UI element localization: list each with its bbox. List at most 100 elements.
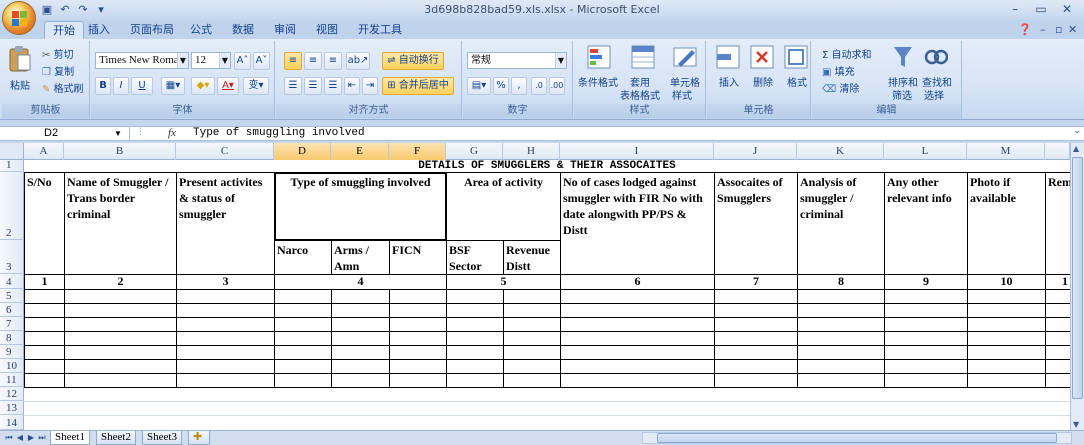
bold-button[interactable]: B — [95, 77, 111, 95]
shrink-font-button[interactable]: A˅ — [253, 52, 270, 70]
column-header-i[interactable]: I — [560, 143, 714, 160]
row-header-10[interactable]: 10 — [0, 359, 24, 373]
find-select-icon[interactable] — [924, 45, 948, 69]
column-header-g[interactable]: G — [446, 143, 503, 160]
decrease-decimal-button[interactable]: .00 — [549, 77, 565, 95]
align-center-button[interactable]: ☰ — [304, 77, 322, 95]
col-number-4[interactable]: 4 — [275, 274, 446, 289]
column-header-c[interactable]: C — [176, 143, 274, 160]
row-header-14[interactable]: 14 — [0, 415, 24, 430]
insert-cells-icon[interactable] — [715, 44, 741, 70]
col-number-9[interactable]: 9 — [885, 274, 967, 289]
select-all-corner[interactable] — [0, 143, 24, 160]
column-header-l[interactable]: L — [884, 143, 967, 160]
format-cells-icon[interactable] — [783, 44, 809, 70]
doc-minimize-icon[interactable]: – — [1040, 23, 1046, 36]
conditional-format-label[interactable]: 条件格式 — [578, 74, 618, 89]
table-format-label-2[interactable]: 表格格式 — [620, 87, 660, 102]
increase-indent-button[interactable]: ⇥ — [362, 77, 378, 95]
column-header-b[interactable]: B — [64, 143, 176, 160]
phonetic-button[interactable]: 变▾ — [243, 77, 269, 95]
subheader-revenue-distt[interactable]: Revenue Distt — [504, 241, 560, 274]
number-format-combo[interactable]: 常规 ▼ — [467, 52, 567, 69]
copy-button[interactable]: ❐ 复制 — [42, 63, 74, 78]
align-right-button[interactable]: ☰ — [324, 77, 342, 95]
col-number-1[interactable]: 1 — [25, 274, 64, 289]
subheader-narco[interactable]: Narco — [275, 241, 331, 274]
format-label[interactable]: 格式 — [787, 74, 807, 89]
doc-close-icon[interactable]: ✕ — [1068, 23, 1077, 36]
font-color-button[interactable]: A▾ — [217, 77, 239, 95]
subheader-ficn[interactable]: FICN — [390, 241, 446, 274]
subheader-arms-amn[interactable]: Arms / Amn — [332, 241, 389, 274]
sort-filter-icon[interactable] — [892, 45, 914, 69]
doc-restore-icon[interactable]: ▫ — [1055, 23, 1062, 36]
sheet-title[interactable]: DETAILS OF SMUGGLERS & THEIR ASSOCAITES — [24, 160, 1070, 172]
header-photo[interactable]: Photo if available — [968, 173, 1045, 239]
increase-decimal-button[interactable]: .0 — [531, 77, 547, 95]
cut-button[interactable]: ✂ 剪切 — [42, 46, 74, 61]
header-other-info[interactable]: Any other relevant info — [885, 173, 967, 239]
col-number-11[interactable]: 1 — [1060, 274, 1070, 289]
tab-developer[interactable]: 开发工具 — [350, 21, 410, 39]
italic-button[interactable]: I — [113, 77, 129, 95]
col-number-7[interactable]: 7 — [715, 274, 797, 289]
sort-label-2[interactable]: 筛选 — [892, 87, 912, 102]
header-smuggler-name[interactable]: Name of Smuggler / Trans border criminal — [65, 173, 176, 239]
align-middle-button[interactable]: ≡ — [304, 52, 322, 70]
format-painter-button[interactable]: ✎ 格式刷 — [42, 80, 84, 95]
fill-button[interactable]: ▣ 填充 — [822, 63, 855, 78]
header-serial-no[interactable]: S/No — [25, 173, 64, 239]
border-button[interactable]: ▦▾ — [161, 77, 185, 95]
sheet-tab-1[interactable]: Sheet1 — [50, 431, 90, 445]
grow-font-button[interactable]: A˄ — [234, 52, 251, 70]
sheet-tab-2[interactable]: Sheet2 — [96, 431, 136, 445]
col-number-3[interactable]: 3 — [177, 274, 274, 289]
column-header-d[interactable]: D — [274, 143, 331, 160]
tab-page-layout[interactable]: 页面布局 — [122, 21, 182, 39]
tab-formulas[interactable]: 公式 — [182, 21, 220, 39]
vertical-scrollbar[interactable]: ▲ ▼ — [1070, 143, 1084, 430]
name-box[interactable]: D2 ▼ — [0, 127, 130, 140]
header-area-of-activity[interactable]: Area of activity — [447, 173, 560, 239]
wrap-text-button[interactable]: ⇌ 自动换行 — [382, 52, 444, 70]
vertical-scroll-thumb[interactable] — [1072, 157, 1083, 399]
header-associates[interactable]: Assocaites of Smugglers — [715, 173, 797, 239]
underline-button[interactable]: U — [131, 77, 153, 95]
fill-color-button[interactable]: ◆▾ — [191, 77, 215, 95]
row-header-1[interactable]: 1 — [0, 159, 24, 172]
tab-review[interactable]: 审阅 — [266, 21, 304, 39]
header-analysis[interactable]: Analysis of smuggler / criminal — [798, 173, 884, 239]
tab-view[interactable]: 视图 — [308, 21, 346, 39]
column-header-n[interactable] — [1045, 143, 1070, 160]
column-header-f[interactable]: F — [389, 143, 446, 160]
scroll-up-icon[interactable]: ▲ — [1073, 144, 1079, 153]
row-header-5[interactable]: 5 — [0, 289, 24, 303]
close-button[interactable]: ✕ — [1056, 1, 1078, 17]
col-number-6[interactable]: 6 — [561, 274, 714, 289]
align-top-button[interactable]: ≡ — [284, 52, 302, 70]
clear-button[interactable]: ⌫ 清除 — [822, 80, 859, 95]
header-present-activities[interactable]: Present activites & status of smuggler — [177, 173, 274, 239]
delete-label[interactable]: 删除 — [753, 74, 773, 89]
orientation-button[interactable]: ab↗ — [346, 52, 370, 70]
conditional-format-icon[interactable] — [586, 44, 612, 70]
column-header-e[interactable]: E — [331, 143, 389, 160]
first-sheet-icon[interactable]: ⏮ — [4, 432, 14, 444]
row-header-11[interactable]: 11 — [0, 373, 24, 387]
minimize-button[interactable]: – — [1004, 1, 1026, 17]
column-header-j[interactable]: J — [714, 143, 797, 160]
insert-sheet-button[interactable]: ✚ — [188, 431, 210, 445]
row-header-9[interactable]: 9 — [0, 345, 24, 359]
last-sheet-icon[interactable]: ⏭ — [37, 432, 47, 444]
column-header-m[interactable]: M — [967, 143, 1045, 160]
currency-button[interactable]: ▤▾ — [467, 77, 491, 95]
paste-icon[interactable] — [8, 45, 32, 73]
find-label-2[interactable]: 选择 — [924, 87, 944, 102]
office-button[interactable] — [2, 1, 36, 35]
insert-label[interactable]: 插入 — [719, 74, 739, 89]
header-cases-lodged[interactable]: No of cases lodged against smuggler with… — [561, 173, 714, 239]
col-number-5[interactable]: 5 — [447, 274, 560, 289]
maximize-button[interactable]: ▭ — [1030, 1, 1052, 17]
prev-sheet-icon[interactable]: ◀ — [15, 432, 25, 444]
